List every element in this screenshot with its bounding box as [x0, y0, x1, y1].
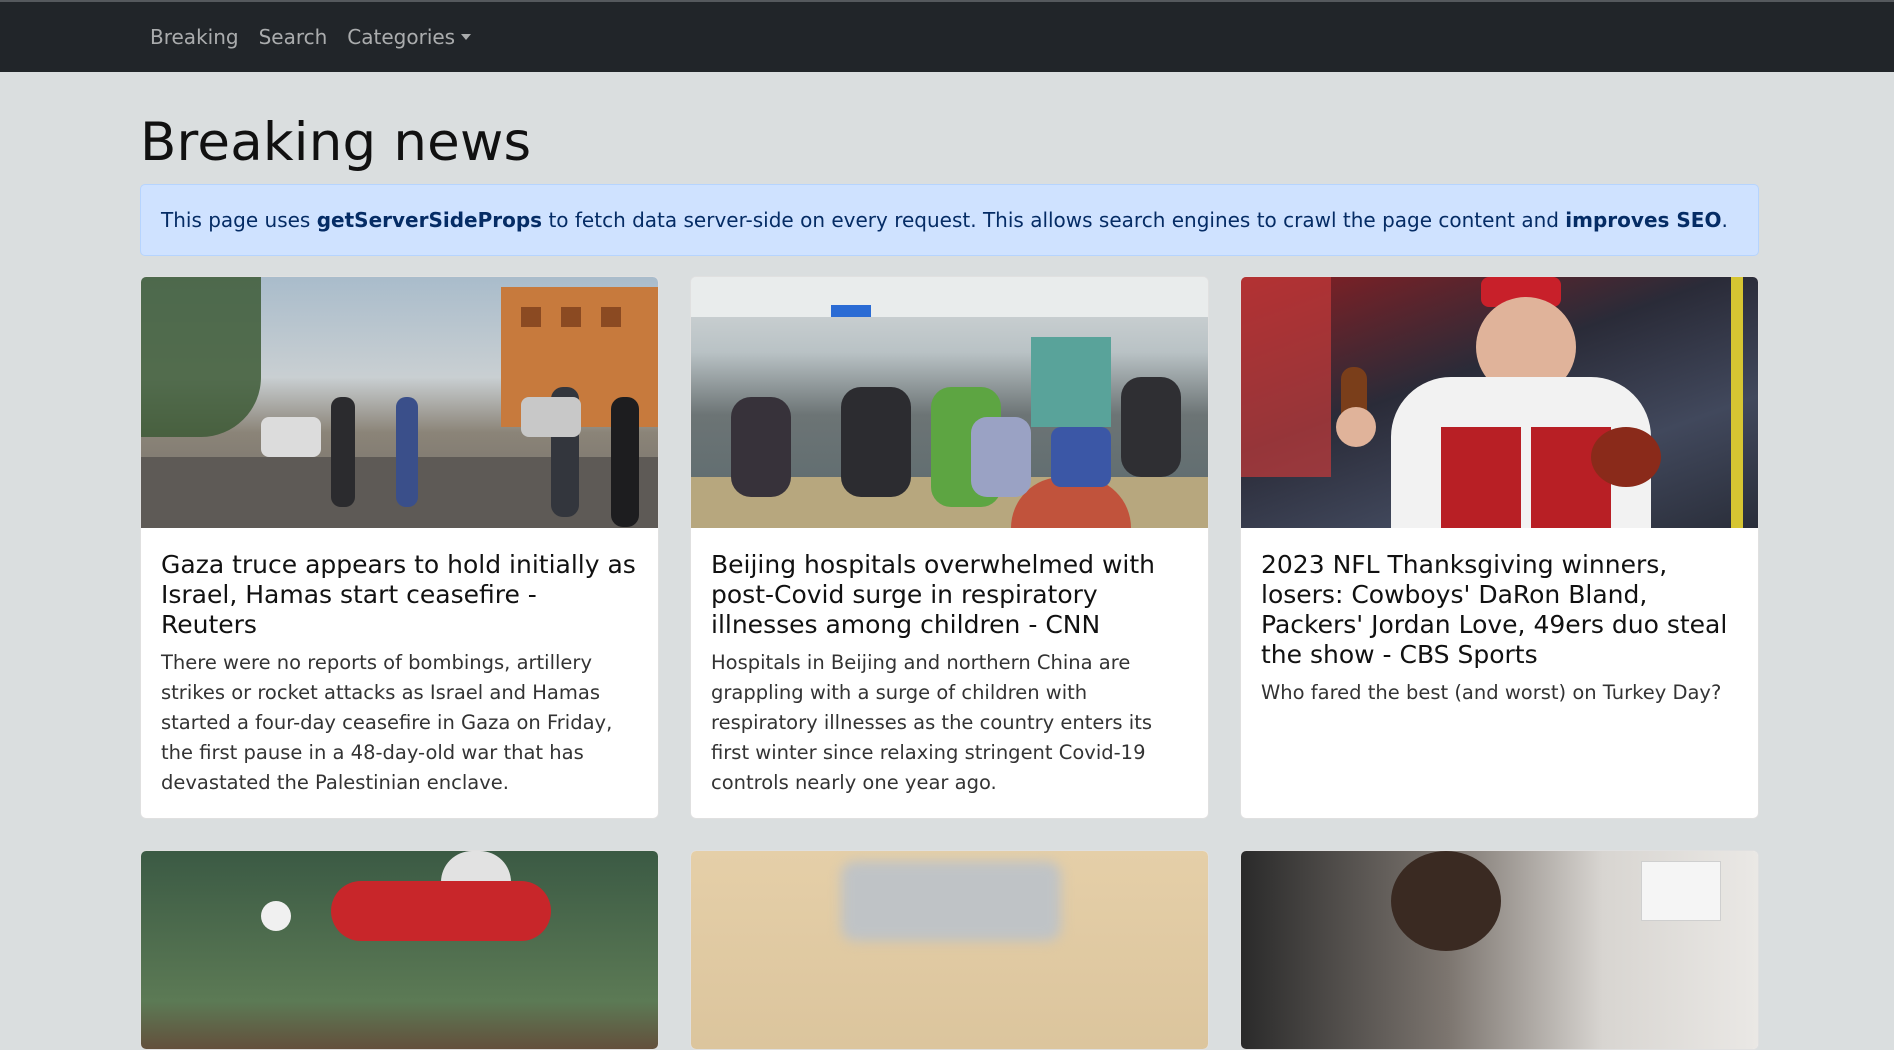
news-card-image [691, 277, 1208, 528]
news-card-body: Gaza truce appears to hold initially as … [141, 528, 658, 818]
news-card-image [1241, 277, 1758, 528]
page-title: Breaking news [140, 112, 532, 173]
nav-categories-label: Categories [347, 25, 456, 49]
news-card-description: There were no reports of bombings, artil… [161, 651, 613, 794]
news-card-image [141, 277, 658, 528]
news-card-image [1241, 851, 1758, 1049]
news-grid: Gaza truce appears to hold initially as … [140, 276, 1759, 1050]
news-card-title: Beijing hospitals overwhelmed with post-… [711, 550, 1156, 639]
news-card-title: Gaza truce appears to hold initially as … [161, 550, 636, 639]
nav-categories-dropdown[interactable]: Categories [337, 17, 481, 57]
news-card-image [691, 851, 1208, 1049]
news-card-description: Hospitals in Beijing and northern China … [711, 651, 1152, 794]
info-alert: This page uses getServerSideProps to fet… [140, 184, 1759, 256]
news-card-title: 2023 NFL Thanksgiving winners, losers: C… [1261, 550, 1728, 669]
news-card[interactable] [690, 850, 1209, 1050]
main-content: Breaking news This page uses getServerSi… [140, 72, 1759, 1050]
news-card[interactable]: Beijing hospitals overwhelmed with post-… [690, 276, 1209, 819]
nav-search[interactable]: Search [249, 17, 338, 57]
top-navbar: Breaking Search Categories [0, 0, 1894, 72]
news-card-body: 2023 NFL Thanksgiving winners, losers: C… [1241, 528, 1758, 728]
news-card[interactable] [140, 850, 659, 1050]
news-card-image [141, 851, 658, 1049]
news-card-description: Who fared the best (and worst) on Turkey… [1261, 681, 1722, 704]
news-card[interactable] [1240, 850, 1759, 1050]
news-card-body: Beijing hospitals overwhelmed with post-… [691, 528, 1208, 818]
nav-breaking[interactable]: Breaking [140, 17, 249, 57]
news-card[interactable]: Gaza truce appears to hold initially as … [140, 276, 659, 819]
alert-text: This page uses getServerSideProps to fet… [161, 208, 1728, 232]
news-card[interactable]: 2023 NFL Thanksgiving winners, losers: C… [1240, 276, 1759, 819]
chevron-down-icon [461, 34, 472, 40]
